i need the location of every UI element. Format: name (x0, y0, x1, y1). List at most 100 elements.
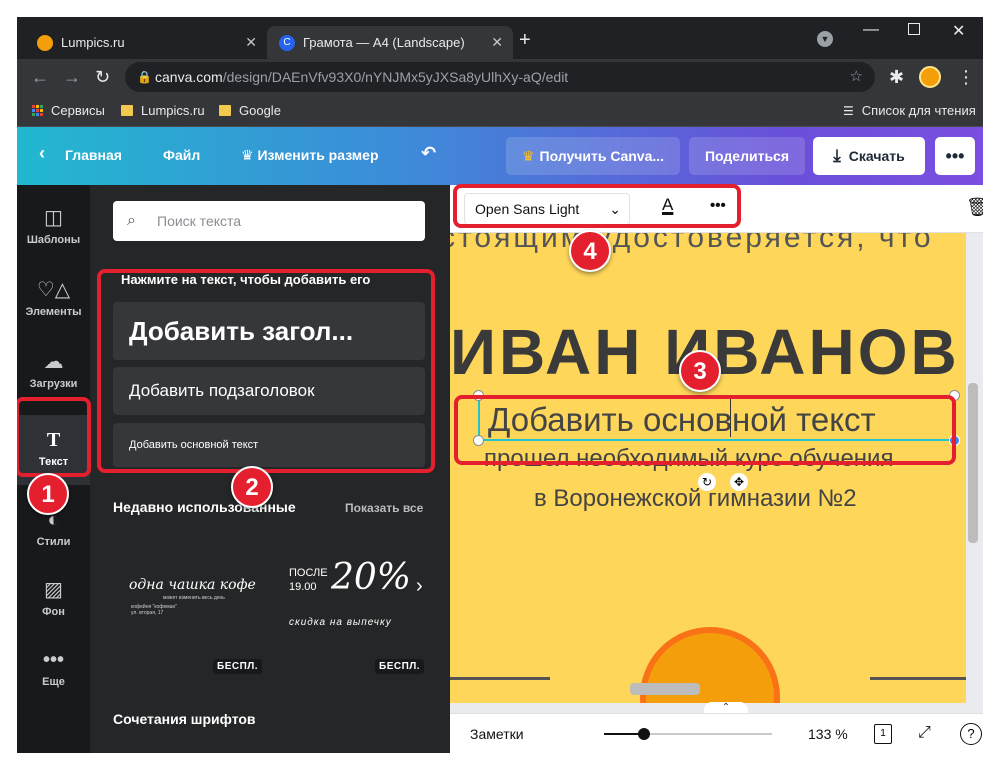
rail-label: Фон (42, 606, 65, 618)
file-menu[interactable]: Файл (163, 147, 200, 163)
background-icon: ▨ (44, 579, 63, 601)
new-tab-icon[interactable]: + (519, 29, 531, 52)
notes-button[interactable]: Заметки (470, 726, 524, 742)
rail-item-elements[interactable]: ♡△ Элементы (17, 273, 90, 333)
tab-gramota[interactable]: C Грамота — A4 (Landscape) ✕ (267, 26, 513, 59)
text-preset-coffee[interactable]: одна чашка кофе может изменить весь день… (113, 541, 265, 681)
show-all-link[interactable]: Показать все (345, 501, 423, 515)
apps-grid-icon (32, 105, 43, 116)
reading-list-label: Список для чтения (861, 103, 976, 118)
preset-discount-after: ПОСЛЕ (289, 567, 328, 579)
browser-toolbar: ← → ↻ 🔒 canva.com/design/DAEnVfv93X0/nYN… (17, 59, 983, 95)
doc-line3: в Воронежской гимназии №2 (534, 485, 857, 512)
help-icon[interactable]: ? (960, 723, 982, 745)
templates-icon: ◫ (44, 207, 63, 229)
url-host: canva.com (155, 69, 223, 85)
tab-strip: Lumpics.ru ✕ C Грамота — A4 (Landscape) … (17, 17, 983, 59)
preset-discount-time: 19.00 (289, 581, 317, 593)
horizontal-scrollbar[interactable] (630, 683, 700, 695)
resize-button[interactable]: ♛ Изменить размер (241, 147, 379, 164)
forward-icon[interactable]: → (63, 67, 81, 88)
rail-label: Шаблоны (26, 234, 81, 246)
rail-label: Стили (36, 536, 71, 548)
bookmark-services[interactable]: Сервисы (32, 103, 105, 118)
rail-item-uploads[interactable]: ☁ Загрузки (17, 345, 90, 405)
rail-label: Еще (42, 676, 65, 688)
preset-discount-text: скидка на выпечку (289, 617, 392, 628)
move-icon[interactable]: ✥ (730, 473, 748, 491)
rail-label: Элементы (25, 306, 82, 318)
search-placeholder: Поиск текста (157, 213, 242, 229)
zoom-level[interactable]: 133 % (808, 726, 848, 742)
bookmark-label: Сервисы (51, 103, 105, 118)
font-combos-title: Сочетания шрифтов (113, 711, 256, 727)
text-search-input[interactable]: ⌕ Поиск текста (113, 201, 425, 241)
rotate-icon[interactable]: ↻ (698, 473, 716, 491)
more-icon: ••• (42, 649, 64, 671)
tab-lumpics[interactable]: Lumpics.ru ✕ (25, 26, 267, 59)
page-count-button[interactable]: 1 (874, 724, 892, 744)
browser-window: Lumpics.ru ✕ C Грамота — A4 (Landscape) … (17, 17, 983, 753)
url-path: /design/DAEnVfv93X0/nYNJMx5yJXSa8yUlhXy-… (222, 69, 569, 85)
annotation-box-2 (97, 269, 435, 473)
minimize-icon[interactable]: — (863, 21, 879, 39)
zoom-slider-thumb[interactable] (638, 728, 651, 740)
crown-icon: ♛ (241, 147, 254, 163)
preset-discount-percent: 20% (331, 557, 412, 598)
preset-coffee-line: может изменить весь день (163, 595, 225, 601)
more-options-icon[interactable]: ••• (935, 137, 975, 175)
design-page[interactable]: стоящим удостоверяется, что ИВАН ИВАНОВ … (450, 233, 966, 703)
bookmarks-bar: Сервисы Lumpics.ru Google ☰ Список для ч… (17, 95, 983, 127)
reload-icon[interactable]: ↻ (95, 67, 110, 88)
extensions-icon[interactable]: ✱ (889, 67, 904, 88)
vertical-scrollbar[interactable] (968, 383, 978, 543)
doc-divider-left (450, 677, 550, 680)
folder-icon (219, 105, 231, 116)
get-canva-pro-button[interactable]: ♛ Получить Canva... (506, 137, 680, 175)
tab-search-icon[interactable]: ▼ (817, 31, 833, 47)
menu-icon[interactable]: ⋮ (957, 67, 975, 88)
reading-list-icon: ☰ (843, 103, 854, 118)
star-icon[interactable]: ☆ (850, 62, 863, 92)
download-button[interactable]: ⤓ Скачать (813, 137, 925, 175)
rail-item-more[interactable]: ••• Еще (17, 645, 90, 705)
doc-top-line: стоящим удостоверяется, что (450, 233, 934, 254)
rail-item-templates[interactable]: ◫ Шаблоны (17, 201, 90, 261)
home-link[interactable]: Главная (65, 147, 122, 163)
get-canva-label: Получить Canva... (539, 148, 665, 164)
canva-favicon-icon: C (279, 34, 295, 51)
reading-list[interactable]: ☰ Список для чтения (843, 103, 976, 118)
bookmark-google[interactable]: Google (219, 103, 281, 118)
chevron-left-icon[interactable]: ‹ (39, 143, 45, 164)
fullscreen-icon[interactable]: ⤢ (918, 724, 931, 742)
close-icon[interactable]: ✕ (491, 34, 503, 51)
annotation-box-4 (453, 184, 741, 228)
profile-avatar[interactable] (919, 66, 941, 88)
maximize-icon[interactable] (908, 23, 920, 35)
rail-label: Загрузки (29, 378, 78, 390)
elements-icon: ♡△ (36, 279, 71, 301)
tab-title: Lumpics.ru (61, 35, 125, 50)
bookmark-label: Google (239, 103, 281, 118)
editor-bottom-bar: Заметки 133 % 1 ⤢ ? (450, 713, 983, 753)
close-window-icon[interactable]: ✕ (952, 21, 965, 41)
crown-icon: ♛ (521, 147, 535, 164)
recent-section-title: Недавно использованные (113, 499, 296, 515)
chevron-right-icon[interactable]: › (416, 575, 423, 598)
trash-icon[interactable]: 🗑 (966, 197, 983, 218)
step-marker-3: 3 (679, 350, 721, 392)
bookmark-lumpics[interactable]: Lumpics.ru (121, 103, 205, 118)
undo-icon[interactable]: ↶ (421, 143, 436, 164)
canva-header: ‹ Главная Файл ♛ Изменить размер ↶ ♛ Пол… (17, 127, 983, 185)
address-bar[interactable]: 🔒 canva.com/design/DAEnVfv93X0/nYNJMx5yJ… (125, 62, 875, 92)
annotation-box-3 (454, 395, 956, 465)
share-button[interactable]: Поделиться (689, 137, 805, 175)
doc-divider-right (870, 677, 966, 680)
canvas-area: Open Sans Light ⌄ A ••• 🗑 стоящим удосто… (450, 185, 983, 753)
back-icon[interactable]: ← (31, 67, 49, 88)
close-icon[interactable]: ✕ (245, 34, 257, 51)
text-preset-discount[interactable]: ПОСЛЕ 19.00 20% скидка на выпечку БЕСПЛ. (275, 541, 425, 681)
orange-favicon-icon (37, 34, 53, 51)
resize-label: Изменить размер (257, 147, 379, 163)
rail-item-background[interactable]: ▨ Фон (17, 573, 90, 633)
